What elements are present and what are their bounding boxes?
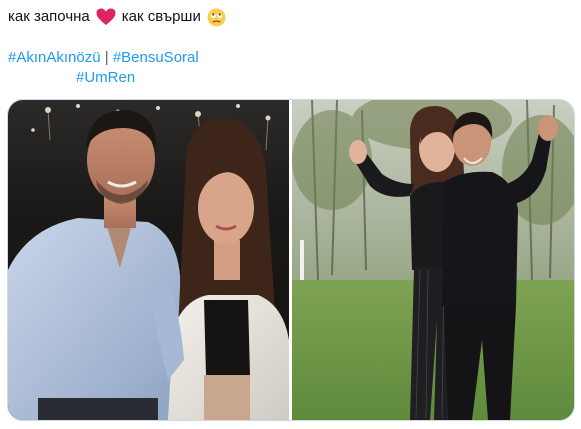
tweet-text-start: как започна (8, 8, 90, 25)
hashtag-akin-akinozu[interactable]: #AkınAkınözü (8, 49, 101, 66)
photo-night-event[interactable] (8, 100, 289, 420)
media-grid (7, 99, 575, 421)
tweet-text: как започна как свърши (8, 7, 226, 27)
photo-outdoor-waving[interactable] (292, 100, 574, 420)
hashtag-separator: | (104, 49, 109, 66)
hashtag-block: #AkınAkınözü | #BensuSoral #UmRen (8, 48, 199, 88)
heart-icon (96, 8, 116, 26)
hashtag-umren[interactable]: #UmRen (76, 69, 135, 86)
tweet-text-end: как свърши (121, 8, 201, 25)
hashtag-bensu-soral[interactable]: #BensuSoral (113, 49, 199, 66)
photo-outdoor-waving-image (292, 100, 574, 420)
clipped-link-fragment (180, 0, 224, 2)
face-emoji-icon (207, 7, 226, 27)
photo-night-event-image (8, 100, 289, 420)
